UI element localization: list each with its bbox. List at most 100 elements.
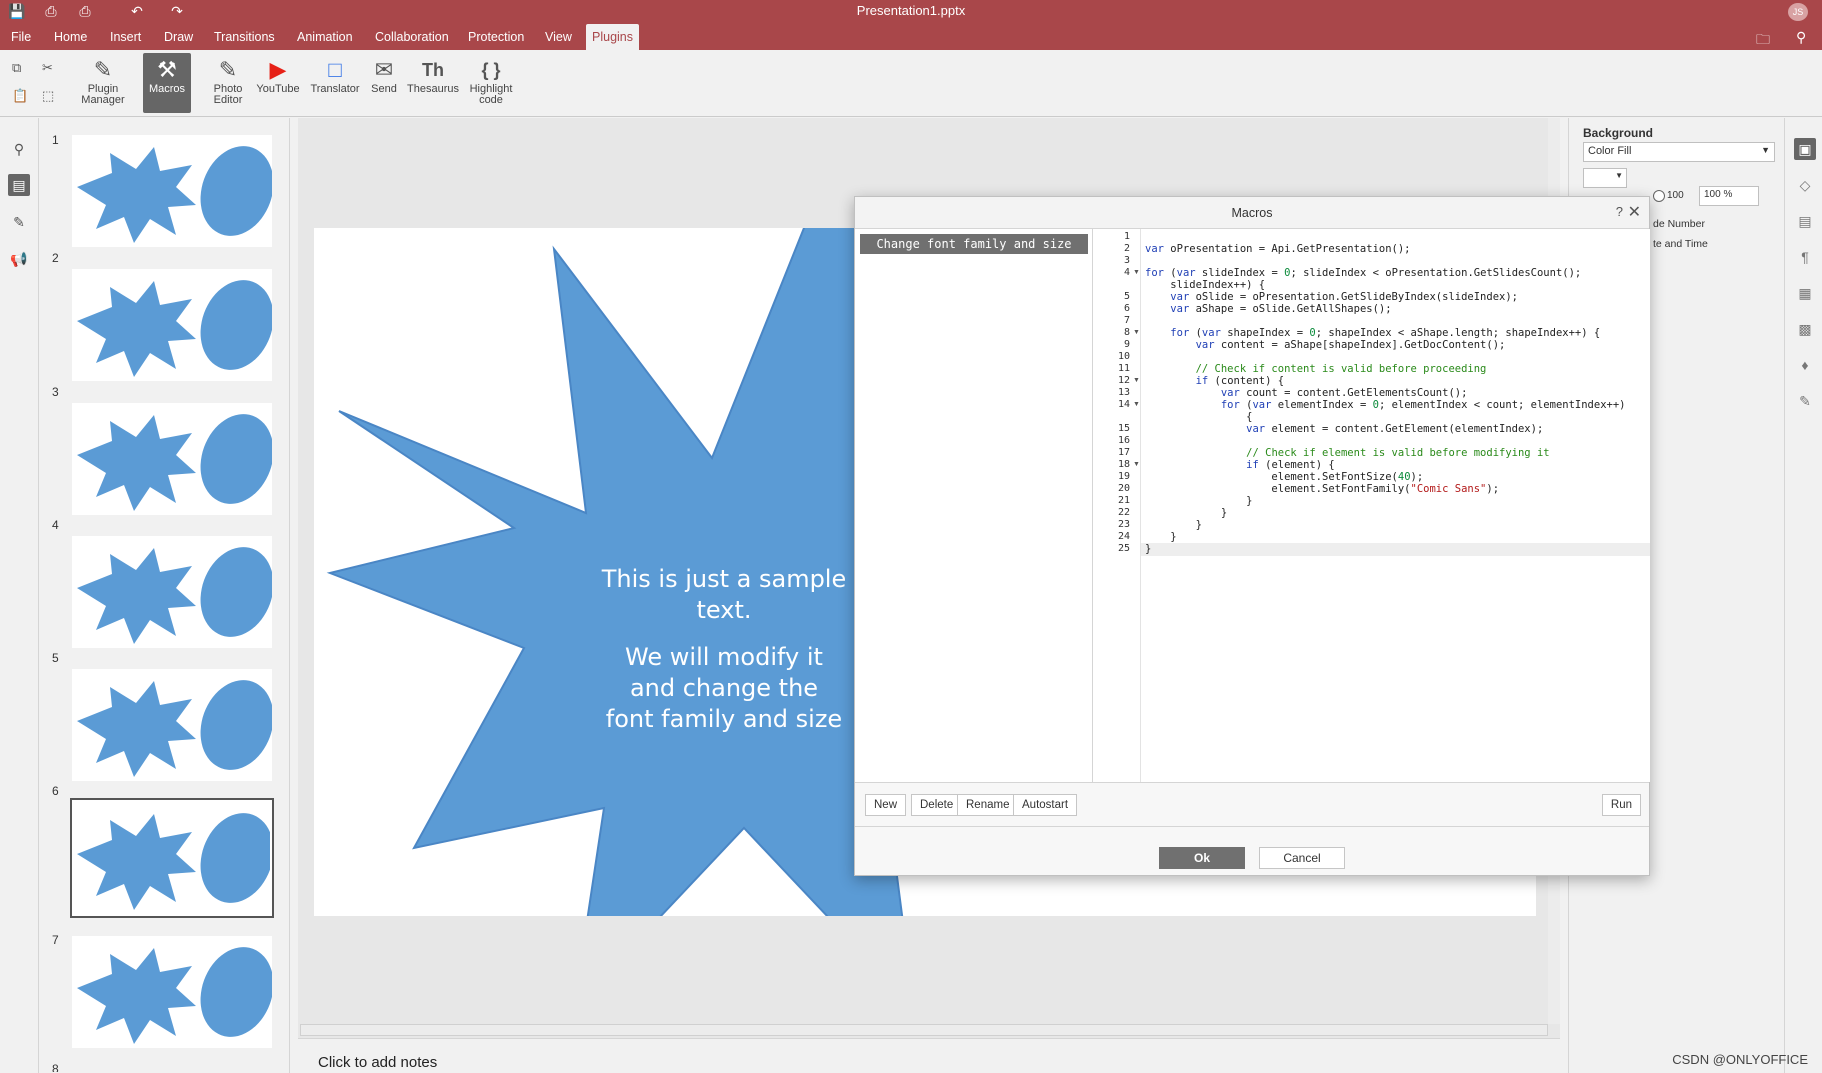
code-line: var oPresentation = Api.GetPresentation(… bbox=[1145, 243, 1411, 255]
cancel-button[interactable]: Cancel bbox=[1259, 847, 1345, 869]
delete-macro-button[interactable]: Delete bbox=[911, 794, 963, 816]
slide-thumbnail[interactable] bbox=[72, 135, 274, 247]
slide-number-option[interactable]: de Number bbox=[1653, 218, 1705, 230]
line-number: 14 bbox=[1117, 399, 1130, 410]
tab-home[interactable]: Home bbox=[48, 24, 93, 50]
tab-insert[interactable]: Insert bbox=[104, 24, 147, 50]
code-line: } bbox=[1145, 519, 1202, 531]
tab-protection[interactable]: Protection bbox=[462, 24, 530, 50]
line-number: 4 bbox=[1123, 267, 1130, 278]
slide-settings-icon[interactable]: ▣ bbox=[1794, 138, 1816, 160]
color-picker[interactable]: ▼ bbox=[1583, 168, 1627, 188]
slide-thumbnail[interactable] bbox=[72, 936, 274, 1048]
search-icon[interactable]: ⚲ bbox=[1796, 29, 1806, 46]
autostart-button[interactable]: Autostart bbox=[1013, 794, 1078, 816]
slide-thumbnail[interactable] bbox=[72, 269, 274, 381]
code-line: var oSlide = oPresentation.GetSlideByInd… bbox=[1170, 291, 1518, 303]
tab-view[interactable]: View bbox=[539, 24, 578, 50]
line-number: 13 bbox=[1117, 387, 1130, 398]
notes-placeholder[interactable]: Click to add notes bbox=[318, 1054, 437, 1071]
photo-edit-icon: ✎ bbox=[218, 57, 238, 82]
paste-icon[interactable]: 📋 bbox=[12, 88, 28, 104]
title-bar: 💾 ⎙ ⎙ ↶ ↷ Presentation1.pptx JS bbox=[0, 0, 1822, 24]
slide-thumbnail[interactable] bbox=[72, 536, 274, 648]
line-number: 11 bbox=[1117, 363, 1130, 374]
copy-icon[interactable]: ⧉ bbox=[12, 60, 21, 76]
cut-icon[interactable]: ✂ bbox=[42, 60, 53, 76]
text-art-icon[interactable]: ♦ bbox=[1794, 354, 1816, 376]
highlight-code-button[interactable]: { } Highlight code bbox=[466, 56, 516, 106]
run-button[interactable]: Run bbox=[1601, 794, 1641, 816]
ok-button[interactable]: Ok bbox=[1159, 847, 1245, 869]
rename-macro-button[interactable]: Rename bbox=[957, 794, 1019, 816]
thumbnail-shapes bbox=[77, 547, 274, 644]
code-line: for (var shapeIndex = 0; shapeIndex < aS… bbox=[1170, 327, 1601, 339]
plugin-manager-button[interactable]: ✎ Plugin Manager bbox=[74, 56, 132, 106]
paragraph-settings-icon[interactable]: ¶ bbox=[1794, 246, 1816, 268]
tab-transitions[interactable]: Transitions bbox=[208, 24, 281, 50]
code-line: var content = aShape[shapeIndex].GetDocC… bbox=[1195, 339, 1506, 351]
youtube-button[interactable]: ▶ YouTube bbox=[256, 56, 300, 95]
code-line: for (var elementIndex = 0; elementIndex … bbox=[1220, 399, 1626, 411]
signature-icon[interactable]: ✎ bbox=[1794, 390, 1816, 412]
chart-settings-icon[interactable]: ▩ bbox=[1794, 318, 1816, 340]
thumbnail-shapes bbox=[77, 280, 274, 377]
send-button[interactable]: ✉ Send bbox=[369, 56, 399, 95]
close-icon[interactable]: ✕ bbox=[1628, 202, 1641, 222]
horizontal-scrollbar[interactable] bbox=[300, 1024, 1548, 1036]
slide-thumbnail[interactable] bbox=[72, 403, 274, 515]
avatar[interactable]: JS bbox=[1788, 3, 1808, 21]
fill-type-select[interactable]: Color Fill ▼ bbox=[1583, 142, 1775, 162]
image-settings-icon[interactable]: ▤ bbox=[1794, 210, 1816, 232]
slide-thumbnail[interactable] bbox=[72, 669, 274, 781]
fold-arrow-icon[interactable]: ▼ bbox=[1133, 269, 1140, 276]
opacity-slider-thumb[interactable] bbox=[1653, 190, 1665, 202]
tab-file[interactable]: File bbox=[5, 24, 37, 50]
macro-list-item[interactable]: Change font family and size bbox=[860, 234, 1088, 254]
slide-text-line: This is just a sample bbox=[601, 565, 847, 593]
slide-thumbnail-selected[interactable] bbox=[70, 798, 274, 918]
fold-arrow-icon[interactable]: ▼ bbox=[1133, 401, 1140, 408]
dialog-button-row: New Delete Rename Autostart Run bbox=[855, 782, 1649, 827]
line-number: 25 bbox=[1117, 543, 1130, 554]
line-number: 1 bbox=[1123, 231, 1130, 242]
select-all-icon[interactable]: ⬚ bbox=[42, 88, 54, 104]
date-time-option[interactable]: te and Time bbox=[1653, 238, 1708, 250]
slide-number: 5 bbox=[52, 651, 59, 665]
new-macro-button[interactable]: New bbox=[865, 794, 907, 816]
line-number: 5 bbox=[1123, 291, 1130, 302]
thumbnail-shapes bbox=[77, 947, 274, 1044]
comments-icon[interactable]: ✎ bbox=[8, 211, 30, 233]
tab-draw[interactable]: Draw bbox=[158, 24, 199, 50]
feedback-icon[interactable]: 📢 bbox=[8, 248, 30, 270]
line-number: 22 bbox=[1117, 507, 1130, 518]
code-line: } bbox=[1145, 543, 1152, 555]
opacity-input[interactable]: 100 % bbox=[1699, 186, 1759, 206]
code-line: } bbox=[1145, 531, 1177, 543]
code-editor[interactable]: 1 2 3 4 5 6 7 8 9 10 11 12 13 14 15 16 1… bbox=[1093, 229, 1650, 782]
photo-editor-button[interactable]: ✎ Photo Editor bbox=[203, 56, 253, 106]
code-line: var aShape = oSlide.GetAllShapes(); bbox=[1170, 303, 1392, 315]
search-icon[interactable]: ⚲ bbox=[8, 138, 30, 160]
help-icon[interactable]: ? bbox=[1616, 204, 1623, 219]
tab-collaboration[interactable]: Collaboration bbox=[369, 24, 455, 50]
fold-arrow-icon[interactable]: ▼ bbox=[1133, 329, 1140, 336]
tab-animation[interactable]: Animation bbox=[291, 24, 359, 50]
translator-button[interactable]: □ Translator bbox=[309, 56, 361, 95]
dialog-title: Macros bbox=[1231, 206, 1273, 220]
table-settings-icon[interactable]: ▦ bbox=[1794, 282, 1816, 304]
line-number: 17 bbox=[1117, 447, 1130, 458]
notes-panel[interactable]: Click to add notes bbox=[298, 1038, 1560, 1073]
slides-icon[interactable]: ▤ bbox=[8, 174, 30, 196]
tab-plugins[interactable]: Plugins bbox=[586, 24, 639, 50]
thesaurus-button[interactable]: Th Thesaurus bbox=[405, 56, 461, 95]
code-line: // Check if content is valid before proc… bbox=[1195, 363, 1487, 375]
macros-button[interactable]: ⚒ Macros bbox=[143, 53, 191, 113]
fold-arrow-icon[interactable]: ▼ bbox=[1133, 377, 1140, 384]
slide-text-line: We will modify it bbox=[625, 643, 823, 671]
line-number: 16 bbox=[1117, 435, 1130, 446]
thumbnail-shapes bbox=[77, 146, 274, 243]
code-line: } bbox=[1145, 495, 1253, 507]
shape-settings-icon[interactable]: ◇ bbox=[1794, 174, 1816, 196]
fold-arrow-icon[interactable]: ▼ bbox=[1133, 461, 1140, 468]
